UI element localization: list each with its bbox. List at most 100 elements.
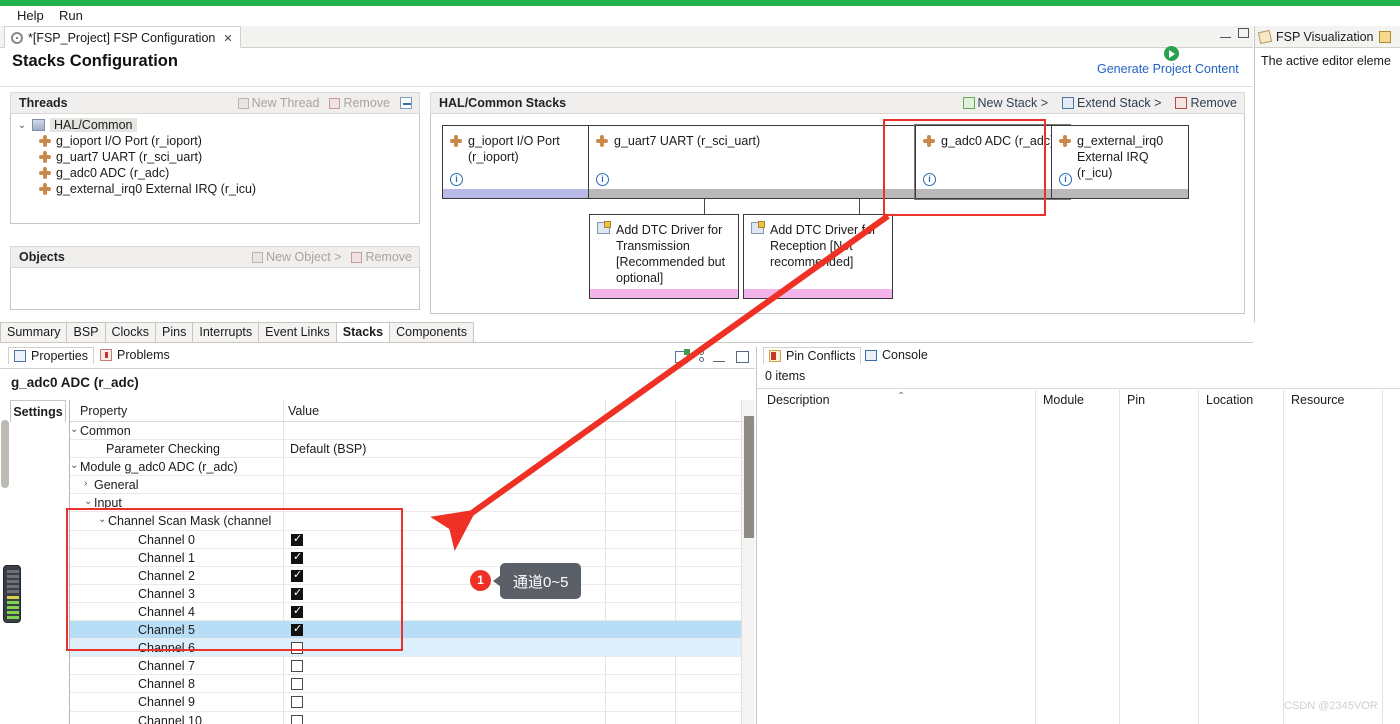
chevron-down-icon[interactable]: ⌄ — [17, 120, 27, 131]
column-header-resource[interactable]: Resource — [1291, 393, 1345, 407]
remove-stack-button[interactable]: Remove — [1175, 96, 1237, 110]
channel-checkbox[interactable] — [291, 532, 303, 546]
minimize-view-icon[interactable] — [713, 352, 725, 362]
tab-pin-conflicts[interactable]: Pin Conflicts — [763, 347, 862, 364]
property-row[interactable]: Parameter Checking Default (BSP) — [70, 440, 742, 459]
property-row[interactable]: Channel 4 — [70, 603, 742, 622]
tab-bsp[interactable]: BSP — [66, 322, 106, 342]
channel-checkbox[interactable] — [291, 550, 303, 564]
remove-object-button[interactable]: Remove — [351, 250, 412, 264]
tree-item-adc0[interactable]: g_adc0 ADC (r_adc) — [11, 165, 419, 181]
channel-checkbox[interactable] — [291, 660, 303, 673]
column-header-module[interactable]: Module — [1043, 393, 1084, 407]
collapse-all-icon[interactable] — [400, 97, 412, 109]
info-icon[interactable]: i — [596, 173, 609, 186]
threads-tree[interactable]: ⌄ HAL/Common g_ioport I/O Port (r_ioport… — [10, 114, 420, 224]
maximize-icon[interactable] — [1238, 28, 1249, 38]
stack-box-external-irq0[interactable]: g_external_irq0 External IRQ (r_icu) i — [1051, 125, 1189, 199]
tree-item-external-irq0[interactable]: g_external_irq0 External IRQ (r_icu) — [11, 181, 419, 197]
new-object-button[interactable]: New Object > — [252, 250, 341, 264]
property-row[interactable]: Channel 10 — [70, 712, 742, 724]
lock-icon[interactable] — [1378, 30, 1391, 43]
property-row[interactable]: Channel 5 — [70, 621, 742, 640]
info-icon[interactable]: i — [923, 173, 936, 186]
channel-checkbox[interactable] — [291, 714, 303, 724]
view-menu-icon[interactable] — [699, 350, 704, 363]
tab-problems[interactable]: Problems — [95, 347, 175, 363]
editor-tab-fsp-configuration[interactable]: *[FSP_Project] FSP Configuration ✕ — [4, 26, 241, 48]
channel-checkbox[interactable] — [291, 622, 303, 637]
tree-item-ioport[interactable]: g_ioport I/O Port (r_ioport) — [11, 133, 419, 149]
objects-list[interactable] — [10, 268, 420, 310]
minimize-icon[interactable] — [1220, 28, 1231, 38]
tab-stacks[interactable]: Stacks — [335, 322, 391, 342]
configuration-tabs[interactable]: Summary BSP Clocks Pins Interrupts Event… — [0, 321, 1253, 343]
property-row[interactable]: ⌄ Module g_adc0 ADC (r_adc) — [70, 458, 742, 477]
property-row[interactable]: ⌄ Channel Scan Mask (channel — [70, 512, 742, 531]
tree-item-uart7[interactable]: g_uart7 UART (r_sci_uart) — [11, 149, 419, 165]
info-icon[interactable]: i — [1059, 173, 1072, 186]
scrollbar-thumb[interactable] — [744, 416, 754, 538]
property-row[interactable]: Channel 0 — [70, 531, 742, 549]
property-row[interactable]: Channel 3 — [70, 585, 742, 603]
property-value[interactable]: Default (BSP) — [290, 442, 366, 456]
column-divider[interactable] — [1119, 388, 1120, 724]
property-row[interactable]: Channel 6 — [70, 639, 742, 658]
column-header-description[interactable]: Description — [767, 393, 830, 407]
property-row[interactable]: Channel 1 — [70, 549, 742, 567]
channel-checkbox[interactable] — [291, 678, 303, 691]
stack-box-dtc-reception[interactable]: Add DTC Driver for Reception [Not recomm… — [743, 214, 893, 299]
properties-grid[interactable]: Property Value ⌄ Common Parameter Checking… — [70, 400, 755, 724]
tab-event-links[interactable]: Event Links — [258, 322, 337, 342]
stack-box-dtc-transmission[interactable]: Add DTC Driver for Transmission [Recomme… — [589, 214, 739, 299]
chevron-down-icon[interactable]: ⌄ — [70, 460, 78, 471]
chevron-right-icon[interactable]: › — [84, 478, 87, 489]
left-edge-scrollbar[interactable] — [1, 420, 9, 488]
chevron-down-icon[interactable]: ⌄ — [98, 514, 106, 525]
info-icon[interactable]: i — [450, 173, 463, 186]
close-icon[interactable]: ✕ — [223, 32, 232, 45]
property-row[interactable]: › General — [70, 476, 742, 495]
tab-interrupts[interactable]: Interrupts — [192, 322, 260, 342]
column-divider[interactable] — [1035, 388, 1036, 724]
property-row[interactable]: Channel 2 — [70, 567, 742, 585]
stack-box-adc0[interactable]: g_adc0 ADC (r_adc) i — [914, 124, 1071, 200]
new-stack-button[interactable]: New Stack > — [962, 96, 1048, 110]
channel-checkbox[interactable] — [291, 604, 303, 618]
tab-clocks[interactable]: Clocks — [104, 322, 157, 342]
maximize-view-icon[interactable] — [736, 350, 749, 363]
column-divider[interactable] — [1283, 388, 1284, 724]
property-row[interactable]: Channel 9 — [70, 693, 742, 712]
new-thread-button[interactable]: New Thread — [237, 96, 319, 110]
tab-settings[interactable]: Settings — [10, 400, 66, 422]
tab-pins[interactable]: Pins — [155, 322, 194, 342]
property-row[interactable]: Channel 8 — [70, 675, 742, 694]
column-header-location[interactable]: Location — [1206, 393, 1253, 407]
menu-item-run[interactable]: Run — [54, 7, 88, 24]
tab-summary[interactable]: Summary — [0, 322, 68, 342]
property-row[interactable]: ⌄ Input — [70, 494, 742, 513]
column-divider[interactable] — [1198, 388, 1199, 724]
new-properties-view-icon[interactable] — [675, 348, 690, 363]
remove-thread-button[interactable]: Remove — [329, 96, 390, 110]
channel-checkbox[interactable] — [291, 696, 303, 709]
tab-components[interactable]: Components — [389, 322, 474, 342]
channel-checkbox[interactable] — [291, 586, 303, 600]
tab-console[interactable]: Console — [860, 347, 933, 363]
properties-scrollbar[interactable] — [741, 400, 755, 724]
stack-box-ioport[interactable]: g_ioport I/O Port (r_ioport) i — [442, 125, 597, 199]
tab-properties[interactable]: Properties — [8, 347, 94, 364]
chevron-down-icon[interactable]: ⌄ — [84, 496, 92, 507]
fsp-visualization-tabbar[interactable]: FSP Visualization — [1255, 26, 1400, 48]
property-row[interactable]: ⌄ Common — [70, 422, 742, 441]
column-header-pin[interactable]: Pin — [1127, 393, 1145, 407]
channel-checkbox[interactable] — [291, 642, 303, 655]
channel-checkbox[interactable] — [291, 568, 303, 582]
chevron-down-icon[interactable]: ⌄ — [70, 424, 78, 435]
column-divider[interactable] — [1382, 388, 1383, 724]
property-row[interactable]: Channel 7 — [70, 657, 742, 676]
menu-item-help[interactable]: Help — [12, 7, 49, 24]
generate-project-content-link[interactable]: Generate Project Content — [1097, 62, 1239, 76]
tree-item-hal-common[interactable]: ⌄ HAL/Common — [11, 114, 419, 133]
properties-rows[interactable]: ⌄ Common Parameter Checking Default (BSP) ⌄ M… — [70, 422, 742, 724]
